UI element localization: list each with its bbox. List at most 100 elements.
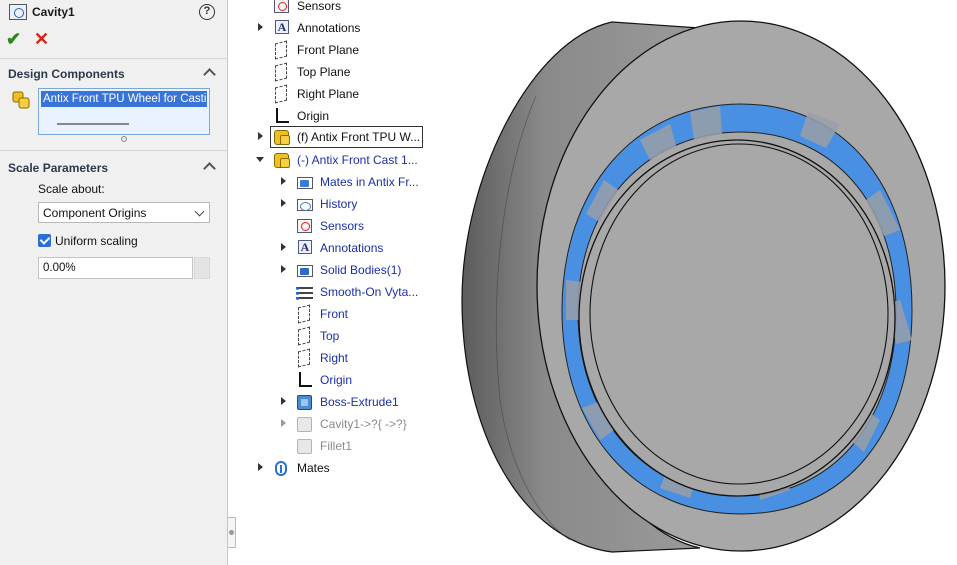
tree-item-sensors-child[interactable]: Sensors: [281, 216, 441, 236]
tree-item-front[interactable]: Front: [281, 304, 441, 324]
expand-arrow-icon[interactable]: [281, 199, 286, 207]
tree-item-front-plane[interactable]: Front Plane: [258, 40, 438, 60]
tree-item-label: Top Plane: [297, 65, 351, 79]
tree-item-mates-in[interactable]: Mates in Antix Fr...: [281, 172, 441, 192]
tree-item-label: Boss-Extrude1: [320, 395, 399, 409]
tree-item-label: Right: [320, 351, 349, 365]
tree-item-label: (-) Antix Front Cast 1...: [297, 153, 418, 167]
sensors-icon: [295, 217, 313, 235]
tree-item-label: Sensors: [320, 219, 365, 233]
tree-item-annotations-child[interactable]: A Annotations: [281, 238, 441, 258]
uniform-scaling-label: Uniform scaling: [55, 234, 138, 248]
plane-icon: [295, 348, 313, 368]
property-manager: Cavity1 ? ✔ ✕ Design Components Antix Fr…: [0, 0, 228, 565]
expand-arrow-icon[interactable]: [281, 177, 286, 185]
tree-item-sensors[interactable]: Sensors: [258, 0, 438, 16]
scale-about-value: Component Origins: [43, 206, 147, 220]
tree-item-label: Annotations: [320, 241, 384, 255]
feature-title: Cavity1: [32, 5, 75, 19]
tree-item-label: Front: [320, 307, 349, 321]
component-icon: [272, 151, 290, 169]
collapse-caret-icon[interactable]: [203, 162, 216, 175]
expand-arrow-icon[interactable]: [281, 419, 286, 427]
wheel-model[interactable]: [461, 20, 946, 553]
help-icon[interactable]: ?: [199, 4, 215, 20]
origin-icon: [272, 107, 290, 125]
tree-item-label: Origin: [297, 109, 330, 123]
tree-item-label: Solid Bodies(1): [320, 263, 402, 277]
solid-bodies-icon: [295, 261, 313, 279]
plane-icon: [272, 62, 290, 82]
panel-splitter-handle[interactable]: [228, 517, 236, 548]
tree-item-label: Annotations: [297, 21, 361, 35]
tree-item-label: Fillet1: [320, 439, 353, 453]
list-resize-grip[interactable]: [121, 136, 127, 142]
tree-item-label: Mates in Antix Fr...: [320, 175, 419, 189]
design-components-title: Design Components: [8, 67, 125, 81]
cavity-icon: [295, 415, 313, 433]
collapse-arrow-icon[interactable]: [256, 157, 264, 162]
scale-about-label: Scale about:: [38, 182, 105, 196]
tree-item-fillet[interactable]: Fillet1: [281, 436, 441, 456]
annotations-icon: A: [295, 239, 313, 257]
uniform-scaling-checkbox[interactable]: [38, 234, 51, 247]
tree-item-label: Origin: [320, 373, 353, 387]
folder-icon: [295, 173, 313, 191]
design-components-list[interactable]: Antix Front TPU Wheel for Casting: [38, 88, 210, 135]
expand-arrow-icon[interactable]: [258, 463, 263, 471]
tree-item-origin[interactable]: Origin: [258, 106, 438, 126]
tree-item-top[interactable]: Top: [281, 326, 441, 346]
expand-arrow-icon[interactable]: [281, 243, 286, 251]
divider: [0, 58, 228, 59]
tree-item-label: Mates: [297, 461, 330, 475]
design-component-item[interactable]: Antix Front TPU Wheel for Casting: [41, 91, 207, 107]
mates-icon: [272, 459, 290, 477]
tree-item-component-cast[interactable]: (-) Antix Front Cast 1...: [256, 150, 438, 170]
tree-item-label: (f) Antix Front TPU W...: [297, 130, 421, 144]
tree-item-label: History: [320, 197, 358, 211]
cavity-feature-icon: [9, 4, 27, 20]
tree-item-label: Front Plane: [297, 43, 360, 57]
scale-factor-input[interactable]: 0.00%: [38, 257, 193, 279]
expand-arrow-icon[interactable]: [281, 265, 286, 273]
expand-arrow-icon[interactable]: [281, 397, 286, 405]
plane-icon: [272, 40, 290, 60]
tree-item-history[interactable]: History: [281, 194, 441, 214]
tree-item-label: Right Plane: [297, 87, 360, 101]
cancel-button[interactable]: ✕: [34, 30, 49, 48]
scale-parameters-header[interactable]: Scale Parameters: [0, 158, 228, 178]
tree-item-origin-child[interactable]: Origin: [281, 370, 441, 390]
component-icon: [12, 91, 30, 109]
tree-item-label: Smooth-On Vyta...: [320, 285, 419, 299]
material-icon: [295, 283, 313, 301]
origin-icon: [295, 371, 313, 389]
scale-about-dropdown[interactable]: Component Origins: [38, 202, 210, 223]
tree-item-component-tpu[interactable]: (f) Antix Front TPU W...: [258, 127, 428, 147]
property-manager-header: Cavity1 ?: [0, 0, 228, 26]
sensors-icon: [272, 0, 290, 15]
tree-item-label: Cavity1->?{ ->?}: [320, 417, 407, 431]
tree-item-boss-extrude[interactable]: Boss-Extrude1: [281, 392, 441, 412]
tree-item-top-plane[interactable]: Top Plane: [258, 62, 438, 82]
expand-arrow-icon[interactable]: [258, 23, 263, 31]
annotations-icon: A: [272, 19, 290, 37]
scale-factor-value: 0.00%: [43, 262, 76, 274]
expand-arrow-icon[interactable]: [258, 132, 263, 140]
tree-item-label: Sensors: [297, 0, 342, 13]
ok-button[interactable]: ✔: [6, 30, 21, 48]
tree-item-mates[interactable]: Mates: [258, 458, 438, 478]
scale-factor-spinner[interactable]: [194, 257, 210, 279]
tree-item-material[interactable]: Smooth-On Vyta...: [281, 282, 441, 302]
chevron-down-icon: [194, 206, 205, 217]
tree-item-right-plane[interactable]: Right Plane: [258, 84, 438, 104]
tree-item-cavity[interactable]: Cavity1->?{ ->?}: [281, 414, 441, 434]
graphics-viewport[interactable]: [440, 0, 957, 565]
plane-icon: [295, 304, 313, 324]
tree-item-right[interactable]: Right: [281, 348, 441, 368]
tree-item-annotations[interactable]: A Annotations: [258, 18, 438, 38]
collapse-caret-icon[interactable]: [203, 68, 216, 81]
tree-item-solid-bodies[interactable]: Solid Bodies(1): [281, 260, 441, 280]
design-components-header[interactable]: Design Components: [0, 64, 228, 84]
scale-parameters-title: Scale Parameters: [8, 161, 109, 175]
history-icon: [295, 195, 313, 213]
